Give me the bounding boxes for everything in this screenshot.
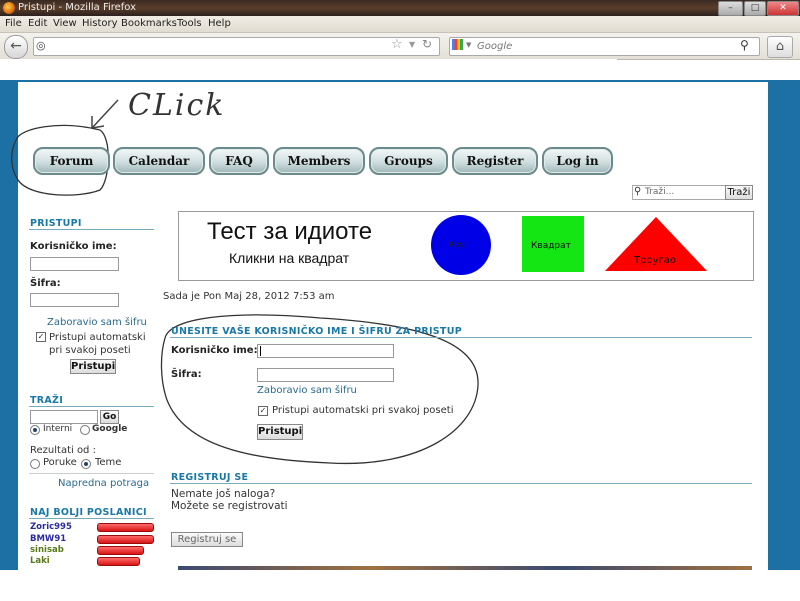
site-icon: ◎ <box>36 39 46 52</box>
menu-edit[interactable]: Edit <box>28 18 47 29</box>
search-google-label: Google <box>92 424 128 434</box>
chevron-down-icon[interactable]: ▼ <box>466 41 471 49</box>
search-internal-label: Interni <box>43 424 73 434</box>
close-icon[interactable]: ✕ <box>767 1 799 16</box>
ad-square-label: Квадрат <box>531 241 571 251</box>
ad-circle-label: Круг <box>449 240 469 249</box>
results-topics-radio[interactable] <box>81 459 91 469</box>
poster-bar <box>97 546 144 555</box>
annotation-click-text: CLick <box>128 88 226 123</box>
site-search-input[interactable]: Traži... <box>632 185 736 200</box>
back-icon[interactable]: ← <box>4 35 28 59</box>
sidebar-search-title: TRAŽI <box>30 395 64 406</box>
current-datetime: Sada je Pon Maj 28, 2012 7:53 am <box>163 291 335 302</box>
main-remember-checkbox[interactable]: ✓ <box>258 406 268 416</box>
nav-calendar-button[interactable]: Calendar <box>113 147 205 175</box>
results-posts-label: Poruke <box>43 457 77 468</box>
advanced-search-link[interactable]: Napredna potraga <box>58 478 149 489</box>
ad-title: Тест за идиоте <box>207 218 373 245</box>
sidebar-login-button[interactable]: Pristupi <box>70 359 116 374</box>
firefox-icon <box>3 2 15 14</box>
google-icon[interactable] <box>452 39 463 50</box>
results-label: Rezultati od : <box>30 445 96 456</box>
nav-forum-button[interactable]: Forum <box>33 147 110 175</box>
search-placeholder: Google <box>477 41 513 52</box>
window-title: Pristupi - Mozilla Firefox <box>18 2 137 13</box>
chevron-down-icon[interactable]: ▼ <box>409 40 415 49</box>
maximize-icon[interactable]: □ <box>744 1 766 16</box>
home-icon[interactable]: ⌂ <box>767 36 793 58</box>
main-login-title: UNESITE VAŠE KORISNIČKO IME I ŠIFRU ZA P… <box>171 326 462 337</box>
nav-register-button[interactable]: Register <box>452 147 538 175</box>
divider <box>170 483 752 484</box>
main-forgot-link[interactable]: Zaboravio sam šifru <box>257 385 357 396</box>
poster-bar <box>97 535 154 544</box>
sidebar-password-label: Šifra: <box>30 278 61 289</box>
nav-groups-button[interactable]: Groups <box>369 147 448 175</box>
register-title: REGISTRUJ SE <box>171 472 249 483</box>
nav-faq-button[interactable]: FAQ <box>209 147 269 175</box>
divider <box>29 406 154 407</box>
divider <box>170 337 752 338</box>
sidebar-username-label: Korisničko ime: <box>30 241 117 252</box>
poster-name[interactable]: Zoric995 <box>30 522 72 532</box>
top-posters-title: NAJ BOLJI POSLANICI <box>30 507 147 518</box>
register-line1: Nemate još naloga? <box>171 488 276 500</box>
menu-bookmarks[interactable]: Bookmarks <box>121 18 177 29</box>
menubar <box>0 16 800 33</box>
url-input[interactable] <box>33 37 440 56</box>
poster-name[interactable]: BMW91 <box>30 534 66 544</box>
site-search-button[interactable]: Traži <box>725 185 753 200</box>
main-username-label: Korisničko ime: <box>171 345 258 356</box>
main-remember-label: Pristupi automatski pri svakoj poseti <box>272 405 454 416</box>
main-password-input[interactable] <box>257 368 394 382</box>
poster-name[interactable]: sinisab <box>30 545 64 555</box>
search-internal-radio[interactable] <box>30 425 40 435</box>
sidebar-search-input[interactable] <box>30 410 98 424</box>
poster-name[interactable]: Laki <box>30 556 50 566</box>
main-password-label: Šifra: <box>171 369 202 380</box>
register-button[interactable]: Registruj se <box>171 532 243 547</box>
ad-triangle-label: Троугао <box>634 255 676 266</box>
sidebar-password-input[interactable] <box>30 293 119 307</box>
bottom-blank <box>0 570 800 601</box>
menu-file[interactable]: File <box>5 18 22 29</box>
divider <box>29 473 154 474</box>
menu-history[interactable]: History <box>82 18 118 29</box>
sidebar-username-input[interactable] <box>30 257 119 271</box>
main-username-input[interactable] <box>257 344 394 358</box>
ad-subtitle: Кликни на квадрат <box>229 250 350 266</box>
sidebar-search-go-button[interactable]: Go <box>100 410 119 424</box>
menu-help[interactable]: Help <box>208 18 231 29</box>
results-topics-label: Teme <box>95 457 122 468</box>
menu-view[interactable]: View <box>53 18 77 29</box>
register-line2: Možete se registrovati <box>171 500 288 512</box>
main-login-button[interactable]: Pristupi <box>257 424 303 440</box>
minimize-icon[interactable]: – <box>718 1 743 16</box>
menu-tools[interactable]: Tools <box>177 18 202 29</box>
search-icon[interactable]: ⚲ <box>740 38 749 52</box>
search-google-radio[interactable] <box>80 425 90 435</box>
sidebar-remember-checkbox[interactable]: ✓ <box>36 332 46 342</box>
star-icon[interactable]: ☆ <box>391 37 403 52</box>
sidebar-login-title: PRISTUPI <box>30 218 82 229</box>
sidebar-remember-label: Pristupi automatski pri svakoj poseti <box>49 332 146 356</box>
reload-icon[interactable]: ↻ <box>422 37 432 51</box>
sidebar-forgot-link[interactable]: Zaboravio sam šifru <box>47 317 147 328</box>
bookmarks-area <box>0 59 617 80</box>
results-posts-radio[interactable] <box>30 459 40 469</box>
divider <box>29 518 154 519</box>
nav-members-button[interactable]: Members <box>273 147 365 175</box>
search-icon: ⚲ <box>634 186 642 197</box>
poster-bar <box>97 523 154 532</box>
nav-login-button[interactable]: Log in <box>542 147 613 175</box>
poster-bar <box>97 557 140 566</box>
divider <box>29 229 154 230</box>
text-cursor <box>260 346 261 356</box>
